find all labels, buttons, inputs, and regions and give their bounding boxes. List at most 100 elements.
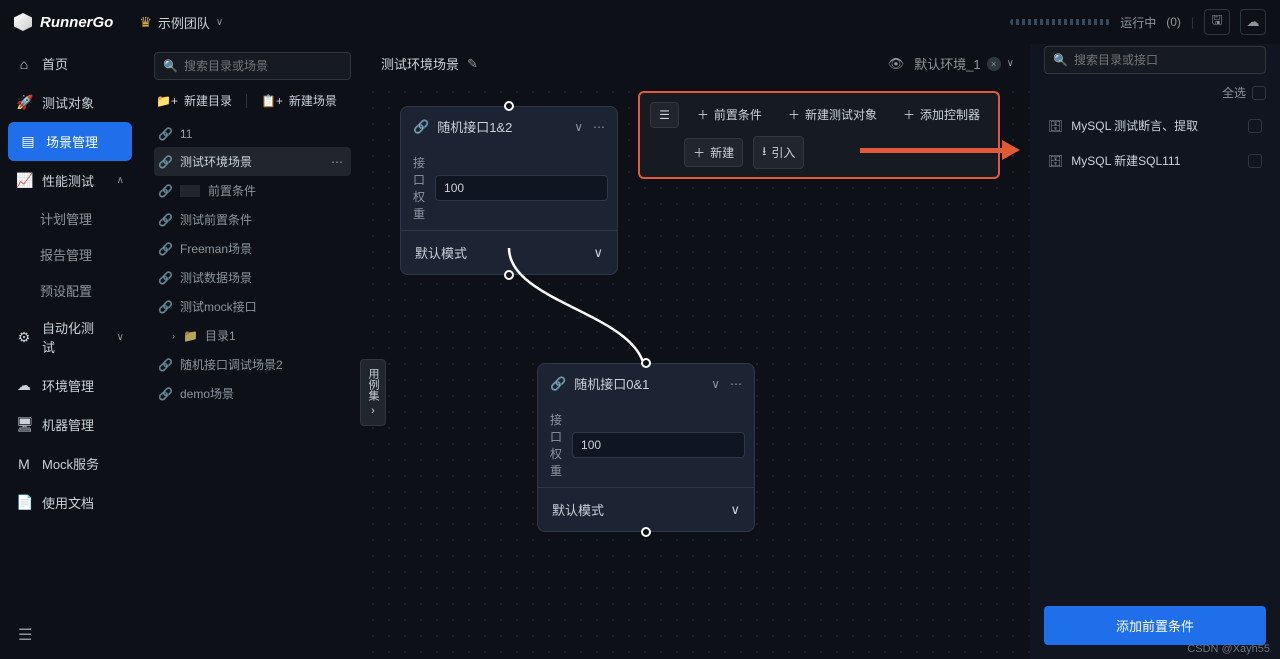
eye-icon[interactable]: 👁 xyxy=(888,56,905,72)
chevron-down-icon[interactable]: ∨ xyxy=(711,377,720,391)
machine-icon: 🖥 xyxy=(16,416,32,433)
link-icon: 🔗 xyxy=(158,300,172,314)
scene-plus-icon: 📋+ xyxy=(261,94,283,108)
weight-input[interactable] xyxy=(572,432,745,458)
canvas-area: 测试环境场景 ✎ 👁 默认环境_1 × ∨ 用例集› ☰ ＋前置条件 ＋新建测试… xyxy=(365,0,1030,659)
list-icon-btn[interactable]: ☰ xyxy=(650,102,679,128)
folder-icon: 📁 xyxy=(183,329,197,343)
nav-scene-mgmt[interactable]: ▤场景管理 xyxy=(8,122,132,161)
weight-label: 接口权重 xyxy=(413,154,425,222)
nav-preset-config[interactable]: 预设配置 xyxy=(0,272,140,308)
logo-text: RunnerGo xyxy=(40,14,113,31)
item-checkbox[interactable] xyxy=(1248,154,1262,168)
logo: RunnerGo xyxy=(14,13,113,31)
plus-icon: ＋ xyxy=(788,106,800,123)
port-bottom[interactable] xyxy=(504,270,514,280)
new-test-obj-btn[interactable]: ＋新建测试对象 xyxy=(780,101,885,128)
tree-item[interactable]: 🔗随机接口调试场景2 xyxy=(154,350,351,379)
select-all-checkbox[interactable] xyxy=(1252,86,1266,100)
chevron-down-icon: ∨ xyxy=(117,332,124,343)
link-icon: 🔗 xyxy=(158,155,172,169)
edit-icon[interactable]: ✎ xyxy=(467,56,478,72)
save-icon[interactable]: 🖫 xyxy=(1204,9,1230,35)
progress-bar xyxy=(1010,19,1110,25)
menu-collapse[interactable]: ☰ xyxy=(0,611,140,659)
weight-input[interactable] xyxy=(435,175,608,201)
nav-report-mgmt[interactable]: 报告管理 xyxy=(0,236,140,272)
cloud-icon[interactable]: ☁ xyxy=(1240,9,1266,35)
rocket-icon: 🚀 xyxy=(16,94,32,111)
flow-node[interactable]: 🔗 随机接口1&2 ∨⋯ 接口权重 默认模式 ∨ xyxy=(400,106,618,275)
sql-item[interactable]: 🗄 MySQL 新建SQL111 xyxy=(1044,146,1266,175)
tree-item[interactable]: 🔗前置条件 xyxy=(154,176,351,205)
nav-test-object[interactable]: 🚀测试对象 xyxy=(0,83,140,122)
port-top[interactable] xyxy=(504,101,514,111)
tree-item[interactable]: 🔗11 xyxy=(154,121,351,147)
nav-home[interactable]: ⌂首页 xyxy=(0,44,140,83)
flow-node[interactable]: 🔗 随机接口0&1 ∨⋯ 接口权重 默认模式 ∨ xyxy=(537,363,755,532)
item-checkbox[interactable] xyxy=(1248,119,1262,133)
scene-icon: ▤ xyxy=(20,133,36,150)
panel-search-input[interactable] xyxy=(1074,53,1257,67)
add-precondition-button[interactable]: 添加前置条件 xyxy=(1044,606,1266,645)
divider xyxy=(246,94,247,108)
tree-search[interactable]: 🔍 xyxy=(154,52,351,80)
tree-search-input[interactable] xyxy=(184,59,342,73)
divider: | xyxy=(1191,15,1194,29)
search-icon: 🔍 xyxy=(1053,53,1068,67)
mode-selector[interactable]: 默认模式 ∨ xyxy=(538,487,754,531)
nav-env-mgmt[interactable]: ☁环境管理 xyxy=(0,366,140,405)
env-name: 默认环境_1 xyxy=(914,54,980,73)
doc-icon: 📄 xyxy=(16,494,32,511)
tree-folder[interactable]: ›📁目录1 xyxy=(154,321,351,350)
precondition-btn[interactable]: ＋前置条件 xyxy=(689,101,770,128)
nav-machine-mgmt[interactable]: 🖥机器管理 xyxy=(0,405,140,444)
sidebar: ⌂首页 🚀测试对象 ▤场景管理 📈性能测试∧ 计划管理 报告管理 预设配置 ⚙自… xyxy=(0,0,140,659)
link-icon: 🔗 xyxy=(158,184,172,198)
chevron-down-icon: ∨ xyxy=(1007,58,1014,69)
nav-plan-mgmt[interactable]: 计划管理 xyxy=(0,200,140,236)
tree-item[interactable]: 🔗测试数据场景 xyxy=(154,263,351,292)
mode-selector[interactable]: 默认模式 ∨ xyxy=(401,230,617,274)
close-icon[interactable]: × xyxy=(987,57,1001,71)
select-all-label: 全选 xyxy=(1222,84,1246,101)
import-btn[interactable]: ⭳引入 xyxy=(753,136,804,169)
new-scene-btn[interactable]: 📋+新建场景 xyxy=(261,92,337,109)
sql-adder-panel: SQL添加器 × 🔍 全选 🗄 MySQL 测试断言、提取 🗄 MySQL 新建… xyxy=(1030,0,1280,659)
more-icon[interactable]: ⋯ xyxy=(331,155,347,169)
nav-perf-test[interactable]: 📈性能测试∧ xyxy=(0,161,140,200)
port-top[interactable] xyxy=(641,358,651,368)
tree-item[interactable]: 🔗Freeman场景 xyxy=(154,234,351,263)
plus-icon: ＋ xyxy=(697,106,709,123)
port-bottom[interactable] xyxy=(641,527,651,537)
tree-item[interactable]: 🔗测试环境场景⋯ xyxy=(154,147,351,176)
chevron-down-icon: ∨ xyxy=(216,17,223,28)
running-label: 运行中 xyxy=(1120,14,1156,31)
tree-item[interactable]: 🔗demo场景 xyxy=(154,379,351,408)
folder-plus-icon: 📁+ xyxy=(156,94,178,108)
nav-auto-test[interactable]: ⚙自动化测试∨ xyxy=(0,308,140,366)
tree-item[interactable]: 🔗测试前置条件 xyxy=(154,205,351,234)
chevron-down-icon[interactable]: ∨ xyxy=(574,120,583,134)
link-icon: 🔗 xyxy=(158,387,172,401)
home-icon: ⌂ xyxy=(16,56,32,72)
case-set-tab[interactable]: 用例集› xyxy=(360,359,386,426)
canvas[interactable]: 用例集› ☰ ＋前置条件 ＋新建测试对象 ＋添加控制器 ＋新建 ⭳引入 xyxy=(365,84,1030,659)
link-icon: 🔗 xyxy=(158,242,172,256)
new-folder-btn[interactable]: 📁+新建目录 xyxy=(156,92,232,109)
more-icon[interactable]: ⋯ xyxy=(593,120,605,134)
sql-item[interactable]: 🗄 MySQL 测试断言、提取 xyxy=(1044,111,1266,140)
more-icon[interactable]: ⋯ xyxy=(730,377,742,391)
tree-item[interactable]: 🔗测试mock接口 xyxy=(154,292,351,321)
database-icon: 🗄 xyxy=(1048,154,1063,168)
new-btn[interactable]: ＋新建 xyxy=(684,138,743,167)
panel-search[interactable]: 🔍 xyxy=(1044,46,1266,74)
env-selector[interactable]: 默认环境_1 × ∨ xyxy=(914,54,1014,73)
database-icon: 🗄 xyxy=(1048,119,1063,133)
team-dropdown[interactable]: ♛ 示例团队 ∨ xyxy=(139,13,223,32)
logo-icon xyxy=(14,13,32,31)
nav-mock-service[interactable]: MMock服务 xyxy=(0,444,140,483)
add-controller-btn[interactable]: ＋添加控制器 xyxy=(895,101,988,128)
nav-docs[interactable]: 📄使用文档 xyxy=(0,483,140,522)
chevron-up-icon: ∧ xyxy=(117,175,124,186)
